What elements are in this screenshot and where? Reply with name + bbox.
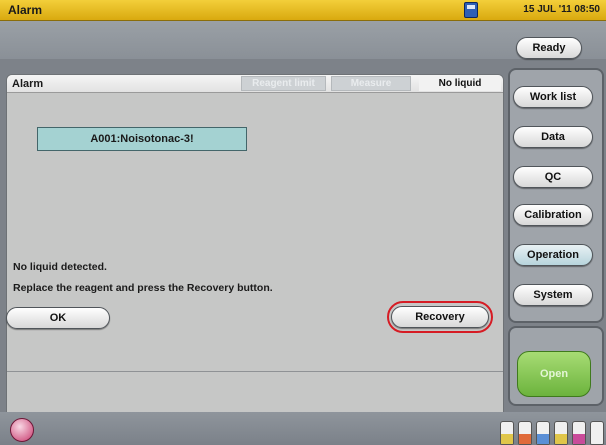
sidebar-item-calibration[interactable]: Calibration	[513, 204, 593, 226]
memory-card-icon	[464, 2, 478, 18]
ok-button[interactable]: OK	[6, 307, 110, 329]
sidebar-item-system[interactable]: System	[513, 284, 593, 306]
panel-header: Alarm Reagent limit Measure No liquid	[7, 75, 503, 93]
sidebar-item-data[interactable]: Data	[513, 126, 593, 148]
alarm-panel: Alarm Reagent limit Measure No liquid A0…	[6, 74, 504, 413]
logo-icon[interactable]	[10, 418, 34, 442]
reagent-status[interactable]	[500, 414, 604, 445]
alarm-code-box[interactable]: A001:Noisotonac-3!	[37, 127, 247, 151]
sidebar-item-work-list[interactable]: Work list	[513, 86, 593, 108]
tab-measure[interactable]: Measure	[331, 76, 411, 91]
open-button[interactable]: Open	[517, 351, 591, 397]
sidebar-item-operation[interactable]: Operation	[513, 244, 593, 266]
alarm-instruction: Replace the reagent and press the Recove…	[13, 282, 273, 294]
sidebar-item-qc[interactable]: QC	[513, 166, 593, 188]
panel-title: Alarm	[12, 78, 44, 90]
tab-no-liquid[interactable]: No liquid	[419, 76, 501, 91]
ready-status-button[interactable]: Ready	[516, 37, 582, 59]
screen-title: Alarm	[8, 3, 43, 17]
recovery-button[interactable]: Recovery	[391, 306, 489, 328]
reagent-bottle-icon[interactable]	[554, 421, 568, 445]
status-band	[0, 21, 606, 59]
reagent-bottle-icon[interactable]	[500, 421, 514, 445]
panel-footer	[7, 371, 503, 412]
tab-reagent-limit[interactable]: Reagent limit	[241, 76, 326, 91]
top-bar: Alarm 15 JUL '11 08:50	[0, 0, 606, 21]
reagent-bottle-icon[interactable]	[572, 421, 586, 445]
reagent-bottle-icon[interactable]	[536, 421, 550, 445]
date-time: 15 JUL '11 08:50	[523, 4, 600, 15]
alarm-message: No liquid detected.	[13, 261, 107, 273]
reagent-bottle-icon[interactable]	[590, 421, 604, 445]
reagent-bottle-icon[interactable]	[518, 421, 532, 445]
